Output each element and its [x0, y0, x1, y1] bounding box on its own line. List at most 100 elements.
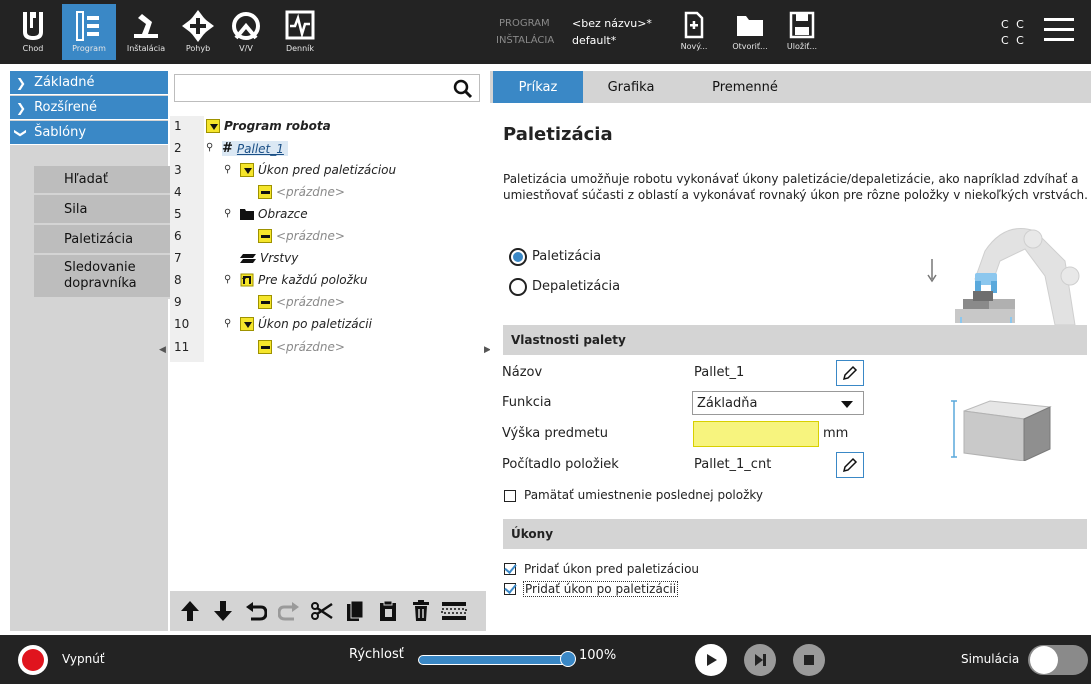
open-file-label: Otvoriť... — [732, 42, 768, 51]
radio-depalletizing-label: Depaletizácia — [532, 279, 621, 294]
controller-status-top: C C — [1001, 18, 1026, 31]
line-number: 1 — [174, 119, 182, 133]
nav-group-basic[interactable]: ❯ Základné — [10, 71, 168, 95]
footer-bar: Vypnúť Rýchlosť 100% Simulácia — [0, 635, 1091, 684]
move-up-button[interactable] — [174, 596, 205, 626]
play-button[interactable] — [695, 644, 727, 676]
line-number: 5 — [174, 207, 182, 221]
tree-row[interactable]: 6 <prázdne> — [170, 226, 482, 248]
tree-row[interactable]: 9 <prázdne> — [170, 292, 482, 314]
name-label: Názov — [502, 365, 543, 380]
tab-command[interactable]: Príkaz — [493, 71, 583, 103]
installation-name: default* — [572, 34, 617, 47]
search-icon[interactable] — [453, 79, 473, 99]
tree-node-label: <prázdne> — [276, 295, 345, 309]
edit-name-button[interactable] — [836, 360, 864, 386]
open-file-button[interactable]: Otvoriť... — [730, 4, 770, 60]
tree-row[interactable]: 3 ⚲ Úkon pred paletizáciou — [170, 160, 482, 182]
item-height-illustration — [951, 400, 1052, 461]
edit-counter-button[interactable] — [836, 452, 864, 478]
new-file-button[interactable]: Nový... — [676, 4, 712, 60]
template-search[interactable]: Hľadať — [34, 166, 170, 195]
program-label: PROGRAM — [499, 18, 550, 29]
line-number: 6 — [174, 229, 182, 243]
hamburger-menu-icon[interactable] — [1042, 14, 1076, 48]
redo-button[interactable] — [273, 596, 304, 626]
nav-group-advanced[interactable]: ❯ Rozšírené — [10, 96, 168, 120]
cut-button[interactable] — [306, 596, 337, 626]
radio-palletizing[interactable] — [509, 248, 527, 266]
yellow-triangle-icon — [206, 119, 220, 133]
tree-row[interactable]: 1 Program robota — [170, 116, 482, 138]
loop-icon — [240, 273, 254, 287]
pin-icon: ⚲ — [224, 208, 232, 219]
tree-node-label: <prázdne> — [276, 185, 345, 199]
section-pallet-properties: Vlastnosti palety — [503, 325, 1087, 355]
tab-move[interactable]: Pohyb — [178, 4, 218, 60]
save-file-button[interactable]: Uložiť... — [784, 4, 820, 60]
paste-button[interactable] — [372, 596, 403, 626]
undo-button[interactable] — [240, 596, 271, 626]
add-after-action-label: Pridať úkon po paletizácii — [523, 581, 679, 597]
tree-row[interactable]: 7 Vrstvy — [170, 248, 482, 270]
template-force-label: Sila — [64, 201, 88, 217]
description-text: Paletizácia umožňuje robotu vykonávať úk… — [503, 172, 1088, 202]
tab-io[interactable]: V/V — [226, 4, 266, 60]
paste-icon — [379, 600, 396, 621]
tree-toolbar — [170, 591, 486, 631]
item-height-unit: mm — [823, 426, 849, 441]
top-bar: Chod Program Inštalácia Pohyb V/V Denník… — [0, 0, 1091, 64]
grid-icon: # — [222, 141, 233, 156]
pencil-icon — [842, 365, 858, 381]
tab-run-label: Chod — [22, 44, 44, 53]
tab-log[interactable]: Denník — [278, 4, 322, 60]
tree-row[interactable]: 11 <prázdne> — [170, 337, 482, 359]
copy-icon — [346, 600, 363, 621]
line-number: 10 — [174, 317, 190, 331]
power-button[interactable] — [18, 645, 48, 675]
step-button[interactable] — [744, 644, 776, 676]
suppress-button[interactable] — [438, 596, 469, 626]
remember-last-item-checkbox[interactable] — [504, 490, 516, 502]
chevron-down-icon: ❯ — [14, 127, 29, 138]
radio-depalletizing[interactable] — [509, 278, 527, 296]
speed-slider-handle[interactable] — [560, 651, 576, 667]
redo-icon — [277, 602, 299, 621]
tree-search-input[interactable] — [174, 74, 480, 102]
copy-button[interactable] — [339, 596, 370, 626]
tree-row[interactable]: 8 ⚲ Pre každú položku — [170, 270, 482, 292]
tab-program[interactable]: Program — [62, 4, 116, 60]
tree-row[interactable]: 4 <prázdne> — [170, 182, 482, 204]
tab-installation[interactable]: Inštalácia — [122, 4, 170, 60]
add-before-action-checkbox[interactable] — [504, 563, 516, 575]
template-conveyor-tracking[interactable]: Sledovanie dopravníka — [34, 255, 170, 299]
tree-node-label: Pallet_1 — [236, 141, 284, 156]
collapse-left-icon[interactable]: ◀ — [159, 345, 166, 355]
yellow-dash-icon — [258, 229, 272, 243]
template-conveyor-tracking-label: Sledovanie dopravníka — [64, 260, 137, 291]
template-force[interactable]: Sila — [34, 195, 170, 225]
step-icon — [755, 654, 766, 666]
function-select[interactable]: Základňa — [692, 391, 864, 415]
add-after-action-checkbox[interactable] — [504, 583, 516, 595]
tab-command-label: Príkaz — [518, 79, 558, 95]
pencil-icon — [842, 457, 858, 473]
tree-row[interactable]: 10 ⚲ Úkon po paletizácii — [170, 314, 482, 336]
move-down-button[interactable] — [207, 596, 238, 626]
template-palletizing[interactable]: Paletizácia — [34, 225, 170, 255]
line-number: 11 — [174, 340, 190, 354]
speed-label: Rýchlosť — [349, 647, 404, 662]
nav-group-templates[interactable]: ❯ Šablóny — [10, 121, 168, 145]
tab-variables-label: Premenné — [712, 79, 778, 95]
command-panel: Príkaz Grafika Premenné Paletizácia Pale… — [490, 71, 1091, 631]
tab-run[interactable]: Chod — [14, 4, 52, 60]
tab-variables[interactable]: Premenné — [690, 71, 800, 103]
stop-button[interactable] — [793, 644, 825, 676]
tree-row[interactable]: 5 ⚲ Obrazce — [170, 204, 482, 226]
item-height-input[interactable] — [693, 421, 819, 447]
tab-graphics[interactable]: Grafika — [588, 71, 674, 103]
tree-row[interactable]: 2 ⚲ # Pallet_1 — [170, 138, 482, 160]
delete-button[interactable] — [405, 596, 436, 626]
speed-slider-track[interactable] — [418, 655, 570, 665]
simulation-toggle-knob[interactable] — [1030, 646, 1058, 674]
